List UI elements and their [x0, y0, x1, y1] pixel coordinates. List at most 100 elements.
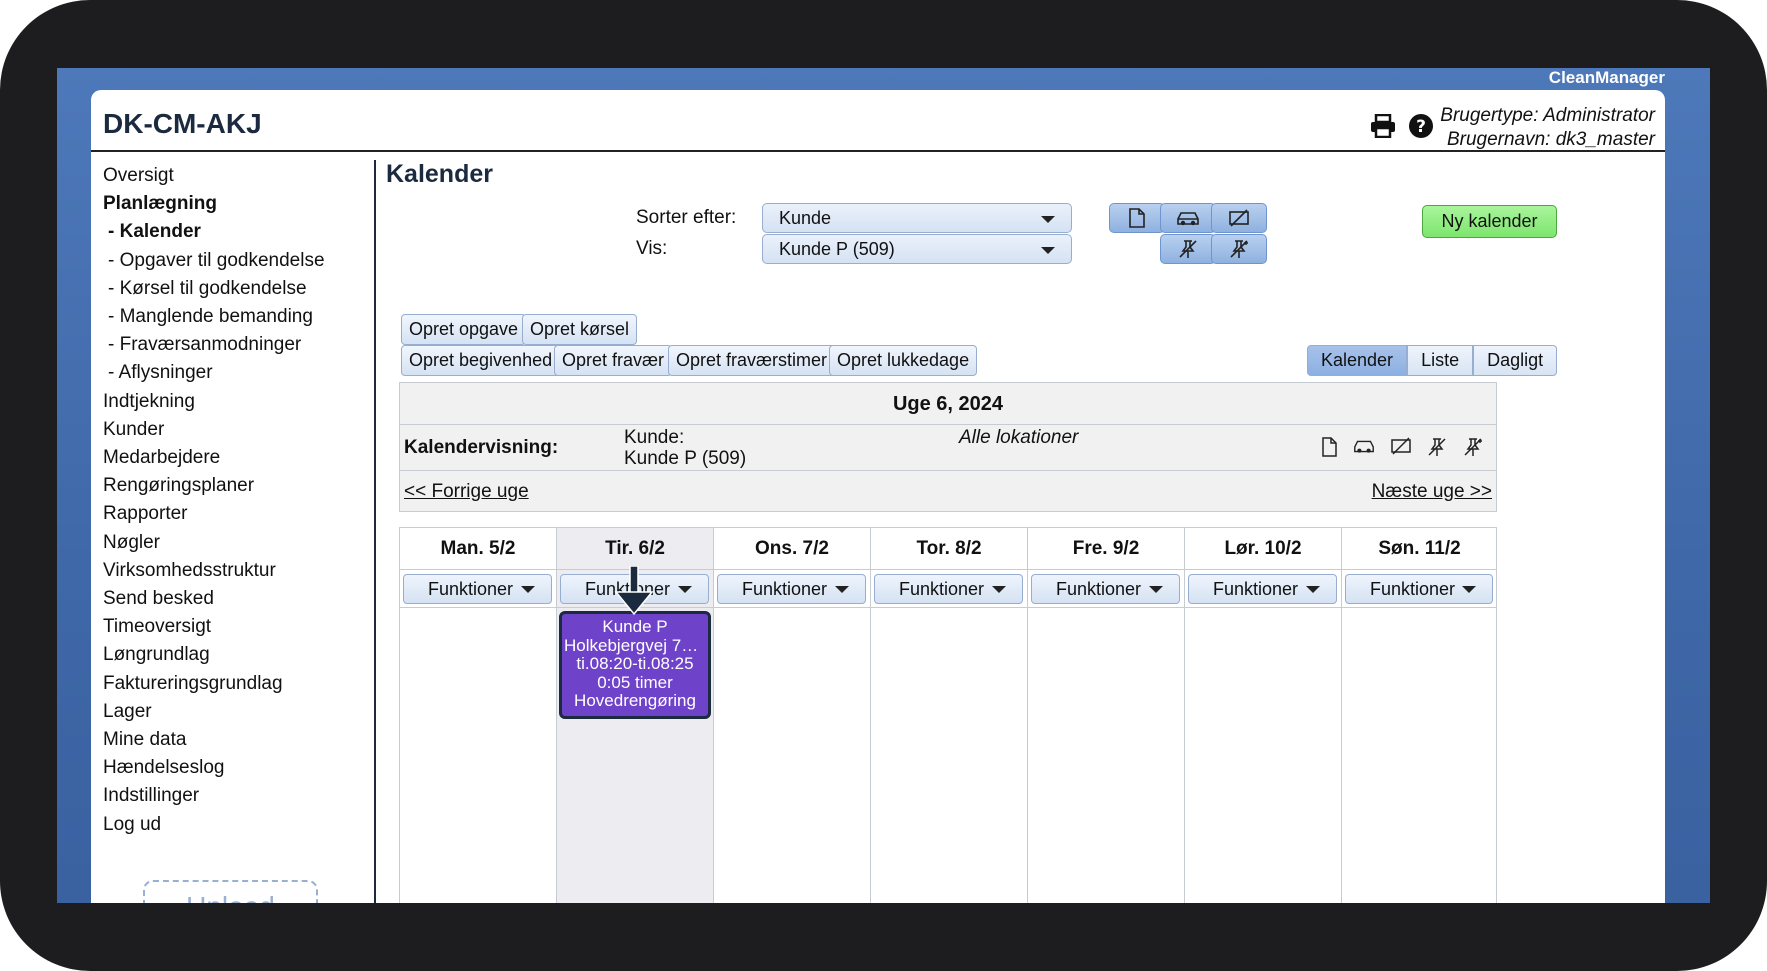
chevron-down-icon: [1041, 247, 1055, 254]
sidebar-item-mine-data[interactable]: Mine data: [103, 726, 368, 754]
sidebar-item-korsel-godkendelse[interactable]: - Kørsel til godkendelse: [103, 275, 368, 303]
create-task-button[interactable]: Opret opgave: [401, 314, 527, 345]
day-column[interactable]: Man. 5/2 Funktioner: [400, 528, 557, 903]
sidebar-item-aflysninger[interactable]: - Aflysninger: [103, 359, 368, 387]
event-time: ti.08:20-ti.08:25: [576, 655, 694, 673]
functions-dropdown[interactable]: Funktioner: [403, 574, 552, 604]
tab-kalender[interactable]: Kalender: [1307, 345, 1408, 376]
show-select[interactable]: Kunde P (509): [762, 234, 1072, 264]
sidebar-item-timeoversigt[interactable]: Timeoversigt: [103, 613, 368, 641]
sidebar-item-opgaver-godkendelse[interactable]: - Opgaver til godkendelse: [103, 247, 368, 275]
new-calendar-button[interactable]: Ny kalender: [1422, 205, 1557, 238]
day-column[interactable]: Lør. 10/2 Funktioner: [1185, 528, 1342, 903]
main-panel: DK-CM-AKJ ? Brugertype: Administrator Br…: [91, 90, 1665, 903]
day-functions-row: Funktioner: [1185, 570, 1341, 608]
help-icon[interactable]: ?: [1407, 112, 1435, 140]
calendar-view-row: Kalendervisning: Kunde: Kunde P (509) Al…: [400, 425, 1496, 471]
create-event-button[interactable]: Opret begivenhed: [401, 345, 561, 376]
functions-dropdown[interactable]: Funktioner: [1345, 574, 1493, 604]
next-week-link[interactable]: Næste uge >>: [1372, 481, 1492, 503]
sidebar-item-send-besked[interactable]: Send besked: [103, 585, 368, 613]
sidebar-nav: Oversigt Planlægning - Kalender - Opgave…: [103, 162, 368, 839]
sidebar-item-fravaersanmodninger[interactable]: - Fraværsanmodninger: [103, 331, 368, 359]
create-absence-hours-button[interactable]: Opret fraværstimer: [668, 345, 836, 376]
chevron-down-icon: [992, 586, 1006, 593]
sidebar-item-nogler[interactable]: Nøgler: [103, 529, 368, 557]
closed-hours-filter-button[interactable]: [1211, 234, 1267, 264]
driving-filter-button[interactable]: [1160, 203, 1216, 233]
day-column[interactable]: Søn. 11/2 Funktioner: [1342, 528, 1497, 903]
sidebar-item-kalender[interactable]: - Kalender: [103, 218, 368, 246]
functions-dropdown[interactable]: Funktioner: [717, 574, 866, 604]
sidebar-item-indtjekning[interactable]: Indtjekning: [103, 388, 368, 416]
create-absence-button[interactable]: Opret fravær: [554, 345, 673, 376]
event-duration: 0:05 timer: [597, 673, 673, 692]
absence-filter-button[interactable]: [1211, 203, 1267, 233]
upload-label: Upload: [186, 891, 275, 903]
task-filter-button[interactable]: [1109, 203, 1165, 233]
sort-select-value: Kunde: [779, 208, 832, 228]
brand-label: CleanManager: [1548, 68, 1665, 87]
sidebar-item-manglende-bemanding[interactable]: - Manglende bemanding: [103, 303, 368, 331]
event-customer: Kunde P: [602, 618, 668, 636]
sidebar-item-kunder[interactable]: Kunder: [103, 416, 368, 444]
upload-dropzone[interactable]: Upload: [143, 880, 318, 903]
functions-dropdown[interactable]: Funktioner: [874, 574, 1023, 604]
chevron-down-icon: [521, 586, 535, 593]
functions-label: Funktioner: [1370, 579, 1456, 599]
chevron-down-icon: [1462, 586, 1476, 593]
location-label: Alle lokationer: [959, 427, 1079, 448]
functions-dropdown[interactable]: Funktioner: [1188, 574, 1337, 604]
week-grid: Man. 5/2 Funktioner Tir. 6/2 Funktioner …: [399, 527, 1497, 903]
sidebar-item-longrundlag[interactable]: Løngrundlag: [103, 641, 368, 669]
functions-label: Funktioner: [428, 579, 514, 599]
sidebar-item-virksomhedsstruktur[interactable]: Virksomhedsstruktur: [103, 557, 368, 585]
printer-icon[interactable]: [1369, 112, 1397, 140]
legend-icons: [1320, 437, 1484, 457]
user-info: Brugertype: Administrator Brugernavn: dk…: [1440, 104, 1655, 152]
day-functions-row: Funktioner: [400, 570, 556, 608]
customer-value: Kunde P (509): [624, 448, 747, 469]
day-column[interactable]: Fre. 9/2 Funktioner: [1028, 528, 1185, 903]
slashed-pin-plus-icon: [1464, 438, 1482, 456]
sidebar-divider: [374, 160, 376, 903]
day-column[interactable]: Tir. 6/2 Funktioner Kunde P Holkebjergve…: [557, 528, 714, 903]
sidebar-item-lager[interactable]: Lager: [103, 698, 368, 726]
header: DK-CM-AKJ ? Brugertype: Administrator Br…: [91, 90, 1665, 152]
sidebar-item-planlaegning[interactable]: Planlægning: [103, 190, 368, 218]
document-icon: [1322, 437, 1337, 457]
day-functions-row: Funktioner: [1028, 570, 1184, 608]
closed-filter-button[interactable]: [1160, 234, 1216, 264]
sidebar-item-haendelseslog[interactable]: Hændelseslog: [103, 754, 368, 782]
day-functions-row: Funktioner: [871, 570, 1027, 608]
day-header: Fre. 9/2: [1028, 528, 1184, 570]
sidebar-item-rapporter[interactable]: Rapporter: [103, 500, 368, 528]
sidebar-item-oversigt[interactable]: Oversigt: [103, 162, 368, 190]
view-tabs: Kalender Liste Dagligt: [1307, 345, 1558, 376]
sort-select[interactable]: Kunde: [762, 203, 1072, 233]
main-content: Kalender Sorter efter: Kunde Vis: Kunde …: [386, 160, 1656, 903]
week-title: Uge 6, 2024: [400, 383, 1496, 425]
functions-dropdown[interactable]: Funktioner: [1031, 574, 1180, 604]
device-frame: CleanManager DK-CM-AKJ ? Brugertype: Adm…: [0, 0, 1767, 971]
calendar-event[interactable]: Kunde P Holkebjergvej 74… ti.08:20-ti.08…: [559, 611, 711, 719]
create-driving-button[interactable]: Opret kørsel: [522, 314, 638, 345]
sidebar-item-log-ud[interactable]: Log ud: [103, 811, 368, 839]
slashed-pin-plus-icon: [1230, 240, 1248, 258]
app-screen: CleanManager DK-CM-AKJ ? Brugertype: Adm…: [57, 68, 1710, 903]
event-type: Hovedrengøring: [574, 692, 696, 710]
create-closing-days-button[interactable]: Opret lukkedage: [829, 345, 978, 376]
prev-week-link[interactable]: << Forrige uge: [404, 481, 529, 503]
sidebar-item-indstillinger[interactable]: Indstillinger: [103, 782, 368, 810]
day-column[interactable]: Tor. 8/2 Funktioner: [871, 528, 1028, 903]
sidebar-item-faktureringsgrundlag[interactable]: Faktureringsgrundlag: [103, 670, 368, 698]
sidebar-item-medarbejdere[interactable]: Medarbejdere: [103, 444, 368, 472]
tab-liste[interactable]: Liste: [1407, 345, 1474, 376]
header-icons: ?: [1369, 112, 1435, 140]
tab-dagligt[interactable]: Dagligt: [1473, 345, 1558, 376]
chevron-down-icon: [1149, 586, 1163, 593]
slashed-box-icon: [1391, 437, 1411, 455]
sidebar-item-rengoringsplaner[interactable]: Rengøringsplaner: [103, 472, 368, 500]
day-header: Tir. 6/2: [557, 528, 713, 570]
day-column[interactable]: Ons. 7/2 Funktioner: [714, 528, 871, 903]
